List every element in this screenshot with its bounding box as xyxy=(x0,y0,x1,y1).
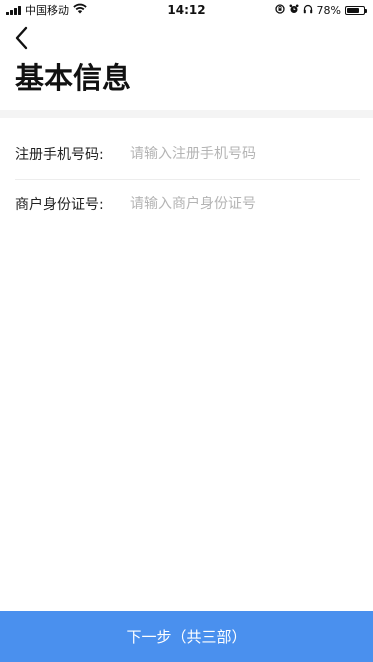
section-divider xyxy=(0,110,373,118)
alarm-icon xyxy=(289,4,299,17)
id-card-label: 商户身份证号: xyxy=(15,197,104,213)
battery-icon xyxy=(345,5,367,15)
phone-input[interactable] xyxy=(130,146,360,162)
status-right: 78% xyxy=(274,3,367,17)
chevron-left-icon xyxy=(15,26,28,50)
orientation-lock-icon xyxy=(274,3,285,17)
id-card-row: 商户身份证号: xyxy=(15,179,360,229)
headphones-icon xyxy=(303,4,313,17)
phone-row: 注册手机号码: xyxy=(15,129,360,180)
next-step-button[interactable]: 下一步（共三部） xyxy=(0,611,373,662)
battery-percent: 78% xyxy=(316,3,341,17)
status-bar: 中国移动 14:12 78% xyxy=(0,0,373,20)
back-button[interactable] xyxy=(8,24,36,52)
page-title: 基本信息 xyxy=(15,61,132,95)
phone-label: 注册手机号码: xyxy=(15,147,104,163)
id-card-input[interactable] xyxy=(130,196,360,212)
